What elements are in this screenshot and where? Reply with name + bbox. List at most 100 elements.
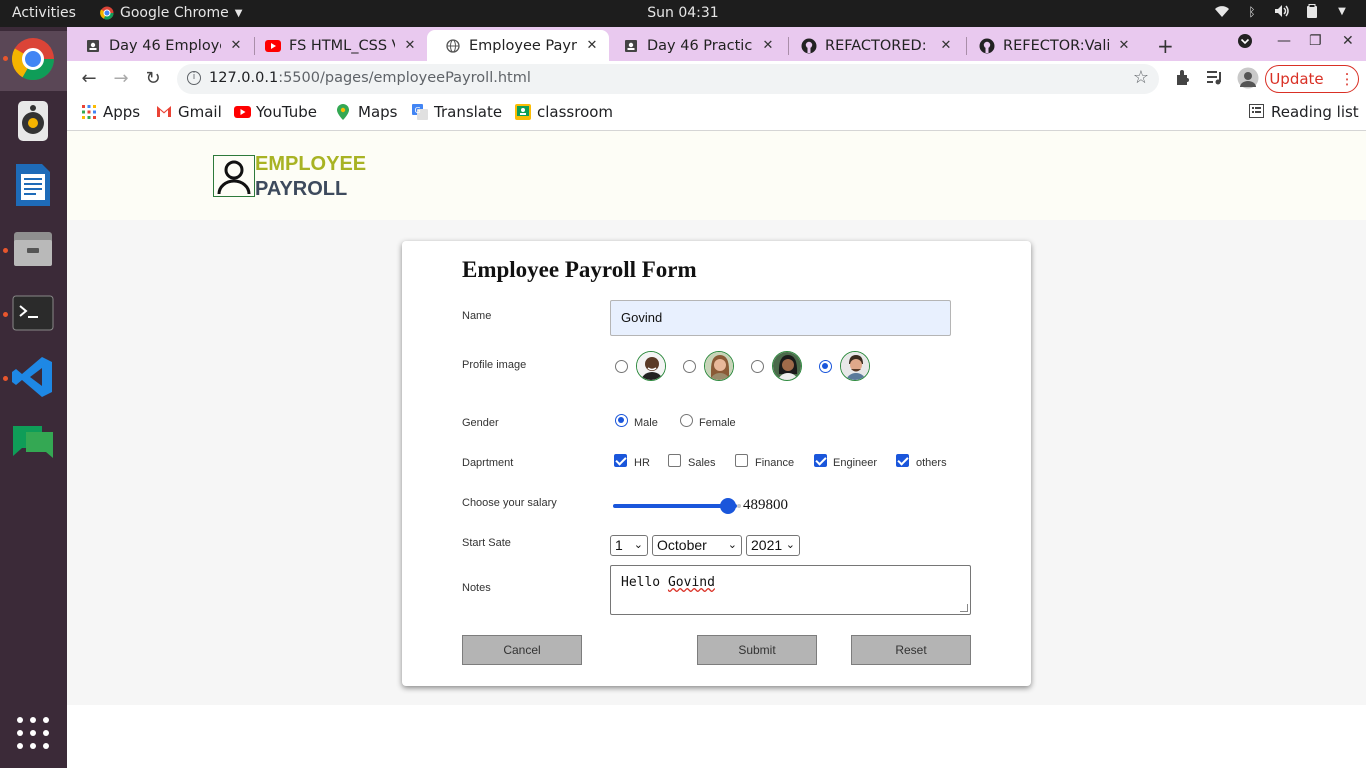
dept-engineer-label: Engineer — [833, 457, 878, 469]
bookmark-label: YouTube — [256, 103, 317, 121]
bookmark-youtube[interactable]: YouTube — [234, 103, 317, 121]
address-bar[interactable]: i 127.0.0.1:5500/pages/employeePayroll.h… — [177, 64, 1159, 94]
extensions-icon[interactable] — [1174, 69, 1191, 90]
dept-hr-checkbox[interactable] — [614, 454, 627, 467]
dept-finance-checkbox[interactable] — [735, 454, 748, 467]
web-page: EMPLOYEE PAYROLL Employee Payroll Form N… — [67, 131, 1366, 768]
url-text[interactable]: 127.0.0.1:5500/pages/employeePayroll.htm… — [209, 70, 531, 86]
start-year-select[interactable]: 2021 ⌄ — [746, 535, 800, 556]
logo-line-employee: EMPLOYEE — [255, 153, 367, 175]
terminal-icon[interactable] — [10, 290, 56, 336]
submit-button[interactable]: Submit — [697, 635, 817, 665]
forward-icon[interactable]: → — [110, 68, 132, 89]
site-info-icon[interactable]: i — [187, 71, 201, 85]
bookmark-star-icon[interactable]: ☆ — [1133, 67, 1149, 88]
salary-slider-thumb[interactable] — [720, 498, 736, 514]
libreoffice-writer-icon[interactable] — [10, 162, 56, 208]
bookmark-gmail[interactable]: Gmail — [156, 103, 222, 121]
profile-avatar-1[interactable] — [636, 351, 666, 381]
dept-engineer-checkbox[interactable] — [814, 454, 827, 467]
app-menu[interactable]: Google Chrome ▼ — [100, 5, 242, 21]
payroll-form: Employee Payroll Form Name Govind Profil… — [402, 241, 1031, 686]
bookmark-label: Maps — [358, 103, 398, 121]
bookmark-label: Apps — [103, 103, 141, 121]
system-top-bar: Activities Google Chrome ▼ Sun 04:31 ᛒ ▼ — [0, 0, 1366, 27]
tab-title: Day 46 Employee — [109, 37, 221, 54]
contact-icon — [623, 38, 639, 54]
bluetooth-icon[interactable]: ᛒ — [1244, 4, 1260, 20]
close-icon[interactable]: ✕ — [229, 38, 243, 53]
notes-textarea[interactable]: Hello Govind — [610, 565, 971, 615]
name-input[interactable]: Govind — [610, 300, 951, 336]
reading-list-button[interactable]: Reading list — [1249, 103, 1359, 121]
tab-day46-practice[interactable]: Day 46 Practice P ✕ — [605, 30, 785, 61]
cancel-button[interactable]: Cancel — [462, 635, 582, 665]
rhythmbox-icon[interactable] — [10, 98, 56, 144]
vscode-icon[interactable] — [10, 354, 56, 400]
start-month-select[interactable]: October ⌄ — [652, 535, 742, 556]
update-label: Update — [1269, 70, 1324, 88]
close-icon[interactable]: ✕ — [761, 38, 775, 53]
reset-button[interactable]: Reset — [851, 635, 971, 665]
volume-icon[interactable] — [1274, 4, 1290, 20]
bookmarks-bar: Apps Gmail YouTube Maps G Translate clas… — [67, 97, 1366, 131]
running-indicator — [3, 312, 8, 317]
profile-radio-2[interactable] — [683, 360, 696, 373]
tab-fs-html-css[interactable]: FS HTML_CSS VID ✕ — [247, 30, 427, 61]
reload-icon[interactable]: ↻ — [142, 68, 164, 89]
close-icon[interactable]: ✕ — [939, 38, 953, 53]
profile-radio-4[interactable] — [819, 360, 832, 373]
bookmark-translate[interactable]: G Translate — [412, 103, 502, 121]
dept-others-checkbox[interactable] — [896, 454, 909, 467]
tab-search-icon[interactable] — [1237, 33, 1253, 53]
chrome-icon[interactable] — [10, 36, 56, 82]
dept-sales-checkbox[interactable] — [668, 454, 681, 467]
profile-avatar-2[interactable] — [704, 351, 734, 381]
new-tab-button[interactable]: + — [1157, 34, 1174, 58]
clock[interactable]: Sun 04:31 — [647, 5, 718, 21]
restore-icon[interactable]: ❐ — [1309, 33, 1322, 49]
profile-radio-3[interactable] — [751, 360, 764, 373]
tab-employee-payroll[interactable]: Employee Payrol ✕ — [427, 30, 609, 61]
minimize-icon[interactable]: — — [1277, 33, 1291, 49]
notes-text: Hello Govind — [621, 575, 715, 590]
profile-avatar-3[interactable] — [772, 351, 802, 381]
close-icon[interactable]: ✕ — [403, 38, 417, 53]
translate-icon: G — [412, 104, 428, 120]
media-control-icon[interactable] — [1206, 69, 1224, 89]
salary-slider-fill[interactable] — [613, 504, 737, 508]
show-applications-icon[interactable] — [10, 710, 56, 756]
notes-label: Notes — [462, 582, 491, 594]
start-day-select[interactable]: 1 ⌄ — [610, 535, 648, 556]
profile-avatar-4[interactable] — [840, 351, 870, 381]
chevron-down-icon: ⌄ — [633, 539, 643, 551]
activities-button[interactable]: Activities — [12, 5, 76, 21]
close-window-icon[interactable]: ✕ — [1342, 33, 1354, 49]
wifi-icon[interactable] — [1214, 4, 1230, 20]
update-button[interactable]: Update ⋮ — [1265, 65, 1359, 93]
google-chat-icon[interactable] — [10, 418, 56, 464]
salary-slider-track[interactable] — [737, 504, 741, 508]
bookmark-classroom[interactable]: classroom — [515, 103, 613, 121]
tab-refactored[interactable]: REFACTORED: Va ✕ — [783, 30, 963, 61]
logo-text: EMPLOYEE PAYROLL — [255, 152, 366, 202]
gender-male-radio[interactable] — [615, 414, 628, 427]
gender-female-radio[interactable] — [680, 414, 693, 427]
profile-radio-1[interactable] — [615, 360, 628, 373]
back-icon[interactable]: ← — [78, 68, 100, 89]
tab-refector-valid[interactable]: REFECTOR:Valid ✕ — [961, 30, 1141, 61]
apps-grid-icon — [81, 104, 97, 120]
clipboard-icon[interactable] — [1304, 4, 1320, 20]
profile-avatar[interactable] — [1237, 67, 1259, 93]
youtube-icon — [265, 38, 281, 54]
close-icon[interactable]: ✕ — [1117, 38, 1131, 53]
tab-day46-employee[interactable]: Day 46 Employee ✕ — [67, 30, 253, 61]
bookmark-apps[interactable]: Apps — [81, 103, 140, 121]
tab-title: Day 46 Practice P — [647, 37, 753, 54]
bookmark-maps[interactable]: Maps — [336, 103, 397, 121]
power-menu-icon[interactable]: ▼ — [1334, 4, 1350, 20]
close-icon[interactable]: ✕ — [585, 38, 599, 53]
files-icon[interactable] — [10, 226, 56, 272]
resize-handle-icon[interactable] — [960, 604, 968, 612]
system-tray[interactable]: ᛒ ▼ — [1214, 4, 1350, 20]
